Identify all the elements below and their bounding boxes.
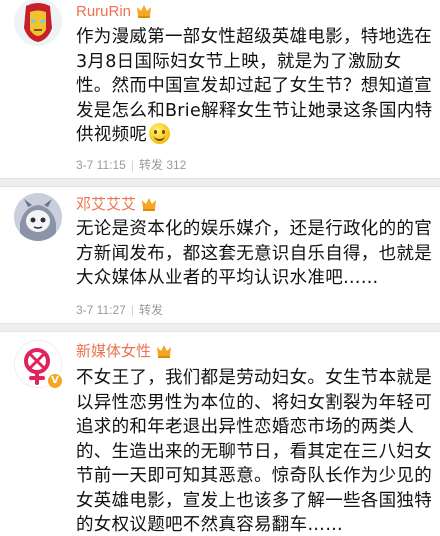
comment-text: 不女王了，我们都是劳动妇女。女生节本就是以异性恋男性为本位的、将妇女割裂为年轻可… — [76, 368, 432, 535]
avatar[interactable] — [14, 0, 62, 46]
comment-item: 邓艾艾艾 无论是资本化的娱乐媒介，还是行政化的的官方新闻发布，都这套无意识自乐自… — [0, 187, 440, 323]
timestamp: 3-7 11:15 — [76, 158, 126, 172]
divider — [0, 323, 440, 332]
username-text[interactable]: RuruRin — [76, 3, 131, 20]
smile-emoji-icon — [149, 123, 171, 144]
verified-v-icon: V — [46, 372, 64, 390]
avatar[interactable] — [14, 193, 62, 241]
avatar[interactable]: V — [14, 340, 64, 390]
comment-item: RuruRin 作为漫威第一部女性超级英雄电影，特地选在3月8日国际妇女节上映，… — [0, 0, 440, 178]
comment-text: 作为漫威第一部女性超级英雄电影，特地选在3月8日国际妇女节上映，就是为了激励女性… — [76, 27, 433, 145]
repost-button[interactable]: 转发 — [139, 303, 163, 317]
username-text[interactable]: 邓艾艾艾 — [76, 196, 136, 213]
divider — [0, 178, 440, 187]
iron-man-icon — [14, 0, 62, 46]
username[interactable]: 邓艾艾艾 — [76, 193, 158, 214]
comment-item: V 新媒体女性 不女王了，我们都是劳动妇女。女生节本就是以异性恋男性为本位的、将… — [0, 332, 440, 536]
username[interactable]: 新媒体女性 — [76, 340, 173, 361]
vip-crown-icon — [142, 198, 157, 211]
username-text[interactable]: 新媒体女性 — [76, 343, 151, 360]
repost-button[interactable]: 转发 312 — [139, 158, 186, 172]
repost-count: 312 — [166, 158, 187, 172]
timestamp: 3-7 11:27 — [76, 303, 126, 317]
comment-meta: 3-7 11:27 | 转发 — [76, 303, 163, 317]
comment-meta: 3-7 11:15 | 转发 312 — [76, 158, 187, 172]
vip-crown-icon — [137, 5, 152, 18]
username[interactable]: RuruRin — [76, 2, 153, 20]
cartoon-character-icon — [14, 193, 62, 241]
comment-text: 无论是资本化的娱乐媒介，还是行政化的的官方新闻发布，都这套无意识自乐自得，也就是… — [76, 219, 432, 288]
vip-crown-icon — [157, 345, 172, 358]
